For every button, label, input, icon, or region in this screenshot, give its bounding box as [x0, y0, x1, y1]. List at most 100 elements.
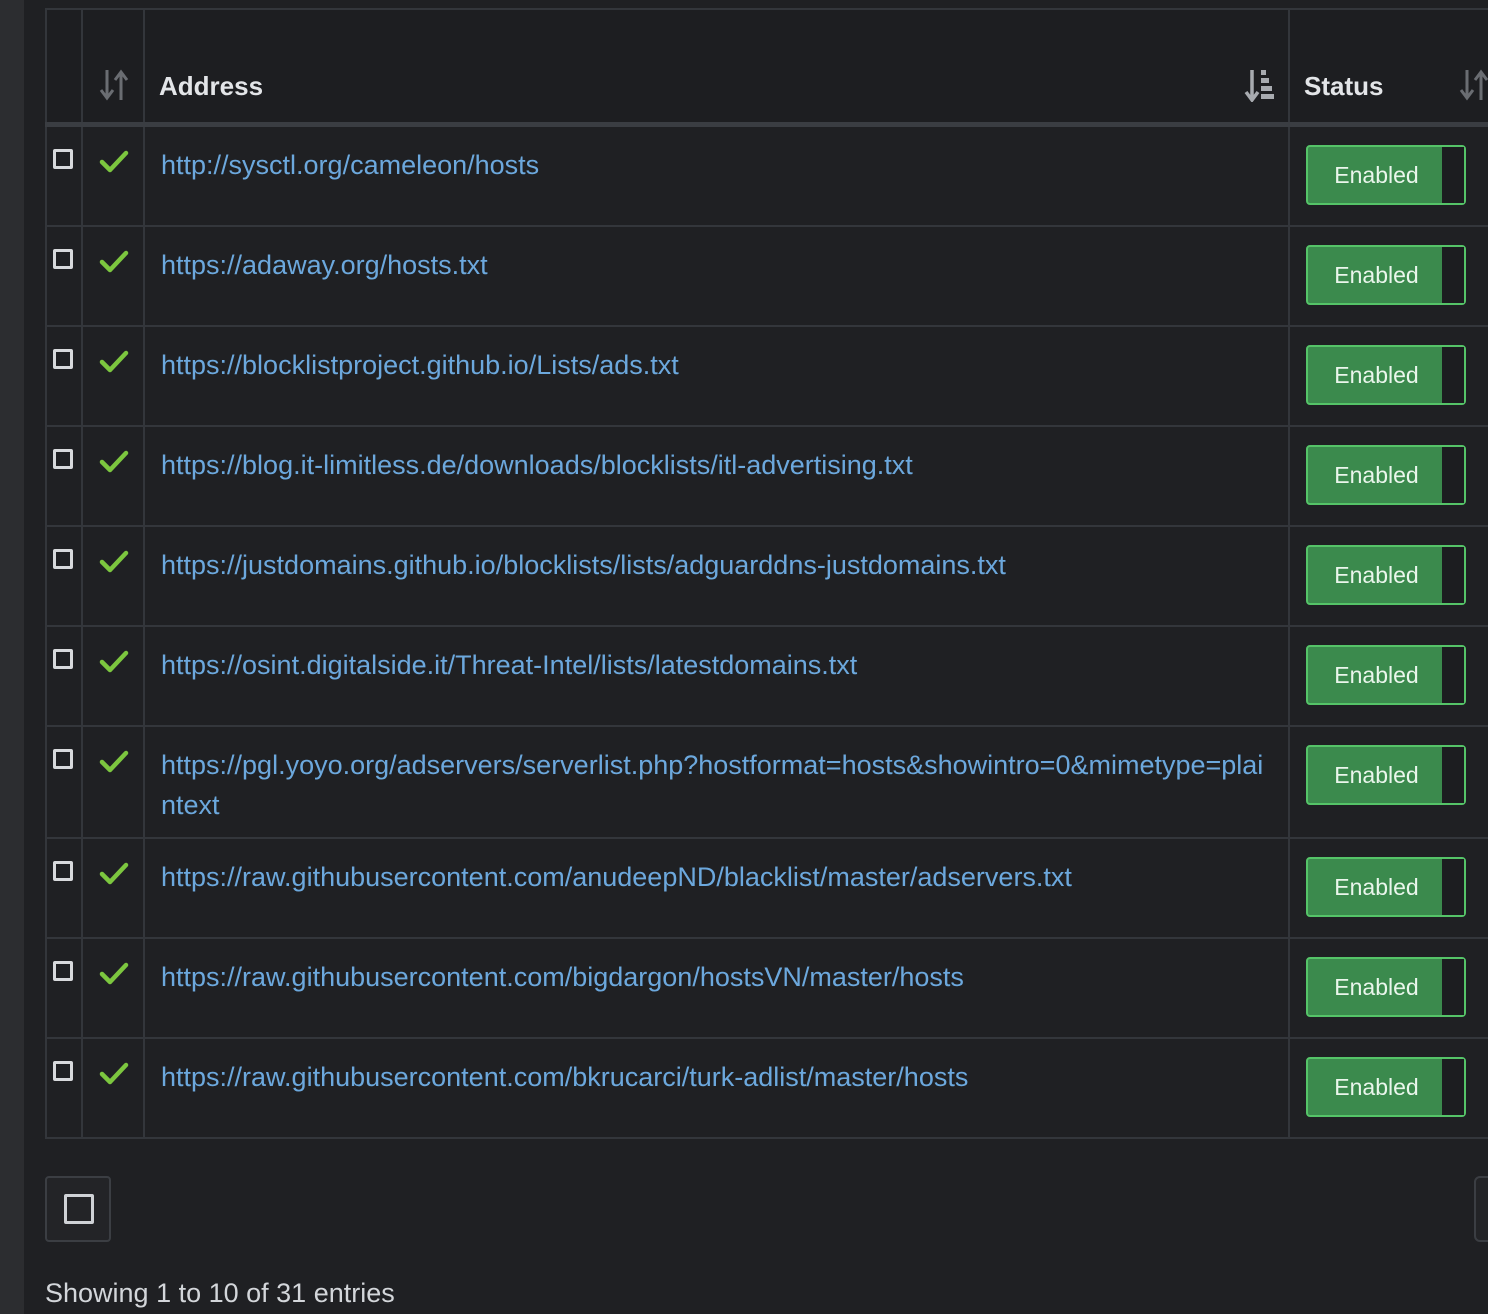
row-status-cell: Enabled — [1288, 325, 1488, 427]
left-gutter — [0, 0, 24, 1314]
check-icon — [99, 350, 129, 373]
row-checkbox[interactable] — [53, 861, 73, 881]
row-status-cell: Enabled — [1288, 425, 1488, 527]
status-toggle[interactable]: Enabled — [1306, 857, 1466, 917]
row-state-cell — [81, 525, 145, 627]
header-select — [45, 8, 83, 127]
table-row: https://justdomains.github.io/blocklists… — [45, 525, 1488, 627]
toggle-knob — [1442, 347, 1464, 403]
address-link[interactable]: https://adaway.org/hosts.txt — [145, 227, 1288, 285]
row-address-cell: https://adaway.org/hosts.txt — [143, 225, 1290, 327]
row-checkbox[interactable] — [53, 449, 73, 469]
row-checkbox[interactable] — [53, 349, 73, 369]
row-address-cell: https://raw.githubusercontent.com/anudee… — [143, 837, 1290, 939]
row-select-cell — [45, 225, 83, 327]
address-link[interactable]: https://raw.githubusercontent.com/bkruca… — [145, 1039, 1288, 1097]
toggle-knob — [1442, 959, 1464, 1015]
table-row: https://pgl.yoyo.org/adservers/serverlis… — [45, 725, 1488, 839]
row-address-cell: https://raw.githubusercontent.com/bkruca… — [143, 1037, 1290, 1139]
status-toggle[interactable]: Enabled — [1306, 1057, 1466, 1117]
status-toggle-label: Enabled — [1334, 874, 1419, 900]
check-icon — [99, 650, 129, 673]
row-address-cell: http://sysctl.org/cameleon/hosts — [143, 123, 1290, 227]
status-toggle-label: Enabled — [1334, 974, 1419, 1000]
status-toggle[interactable]: Enabled — [1306, 957, 1466, 1017]
row-checkbox[interactable] — [53, 249, 73, 269]
row-state-cell — [81, 123, 145, 227]
sort-ascending-icon[interactable] — [1244, 68, 1274, 102]
status-toggle-label: Enabled — [1334, 762, 1419, 788]
check-icon — [99, 1062, 129, 1085]
row-state-cell — [81, 1037, 145, 1139]
address-link[interactable]: https://osint.digitalside.it/Threat-Inte… — [145, 627, 1288, 685]
address-link[interactable]: https://justdomains.github.io/blocklists… — [145, 527, 1288, 585]
table-row: https://blog.it-limitless.de/downloads/b… — [45, 425, 1488, 527]
table-row: https://raw.githubusercontent.com/anudee… — [45, 837, 1488, 939]
row-select-cell — [45, 837, 83, 939]
row-checkbox[interactable] — [53, 549, 73, 569]
toggle-knob — [1442, 447, 1464, 503]
check-icon — [99, 550, 129, 573]
row-state-cell — [81, 937, 145, 1039]
header-state[interactable] — [81, 8, 145, 127]
header-address[interactable]: Address — [143, 8, 1290, 127]
address-link[interactable]: https://blog.it-limitless.de/downloads/b… — [145, 427, 1288, 485]
status-toggle[interactable]: Enabled — [1306, 545, 1466, 605]
row-status-cell: Enabled — [1288, 525, 1488, 627]
sort-icon[interactable] — [1459, 68, 1488, 102]
row-select-cell — [45, 625, 83, 727]
delete-selected-button[interactable] — [1474, 1176, 1488, 1242]
status-toggle[interactable]: Enabled — [1306, 145, 1466, 205]
status-toggle-label: Enabled — [1334, 362, 1419, 388]
status-toggle[interactable]: Enabled — [1306, 645, 1466, 705]
status-toggle-label: Enabled — [1334, 562, 1419, 588]
table-header-row: Address Status — [45, 8, 1488, 127]
table-row: https://raw.githubusercontent.com/bigdar… — [45, 937, 1488, 1039]
row-select-cell — [45, 123, 83, 227]
address-link[interactable]: http://sysctl.org/cameleon/hosts — [145, 127, 1288, 185]
row-checkbox[interactable] — [53, 749, 73, 769]
status-toggle-label: Enabled — [1334, 1074, 1419, 1100]
table-row: https://raw.githubusercontent.com/bkruca… — [45, 1037, 1488, 1139]
toggle-knob — [1442, 647, 1464, 703]
status-toggle[interactable]: Enabled — [1306, 445, 1466, 505]
row-status-cell: Enabled — [1288, 937, 1488, 1039]
row-checkbox[interactable] — [53, 1061, 73, 1081]
row-address-cell: https://blocklistproject.github.io/Lists… — [143, 325, 1290, 427]
row-status-cell: Enabled — [1288, 837, 1488, 939]
table-row: http://sysctl.org/cameleon/hosts Enabled — [45, 123, 1488, 227]
header-status[interactable]: Status — [1288, 8, 1488, 127]
status-toggle[interactable]: Enabled — [1306, 245, 1466, 305]
row-checkbox[interactable] — [53, 961, 73, 981]
status-toggle[interactable]: Enabled — [1306, 745, 1466, 805]
checkbox-icon — [64, 1194, 94, 1224]
check-icon — [99, 150, 129, 173]
check-icon — [99, 962, 129, 985]
table-row: https://osint.digitalside.it/Threat-Inte… — [45, 625, 1488, 727]
address-link[interactable]: https://raw.githubusercontent.com/anudee… — [145, 839, 1288, 897]
toggle-knob — [1442, 747, 1464, 803]
status-toggle-label: Enabled — [1334, 462, 1419, 488]
row-status-cell: Enabled — [1288, 123, 1488, 227]
row-address-cell: https://blog.it-limitless.de/downloads/b… — [143, 425, 1290, 527]
toggle-knob — [1442, 247, 1464, 303]
status-toggle-label: Enabled — [1334, 262, 1419, 288]
row-status-cell: Enabled — [1288, 1037, 1488, 1139]
row-address-cell: https://osint.digitalside.it/Threat-Inte… — [143, 625, 1290, 727]
row-select-cell — [45, 325, 83, 427]
row-status-cell: Enabled — [1288, 625, 1488, 727]
check-icon — [99, 250, 129, 273]
status-toggle[interactable]: Enabled — [1306, 345, 1466, 405]
row-select-cell — [45, 425, 83, 527]
table-row: https://blocklistproject.github.io/Lists… — [45, 325, 1488, 427]
address-link[interactable]: https://blocklistproject.github.io/Lists… — [145, 327, 1288, 385]
address-link[interactable]: https://pgl.yoyo.org/adservers/serverlis… — [145, 727, 1288, 825]
select-all-button[interactable] — [45, 1176, 111, 1242]
toggle-knob — [1442, 147, 1464, 203]
row-checkbox[interactable] — [53, 149, 73, 169]
row-checkbox[interactable] — [53, 649, 73, 669]
toggle-knob — [1442, 859, 1464, 915]
row-select-cell — [45, 1037, 83, 1139]
sort-icon[interactable] — [99, 68, 129, 102]
address-link[interactable]: https://raw.githubusercontent.com/bigdar… — [145, 939, 1288, 997]
